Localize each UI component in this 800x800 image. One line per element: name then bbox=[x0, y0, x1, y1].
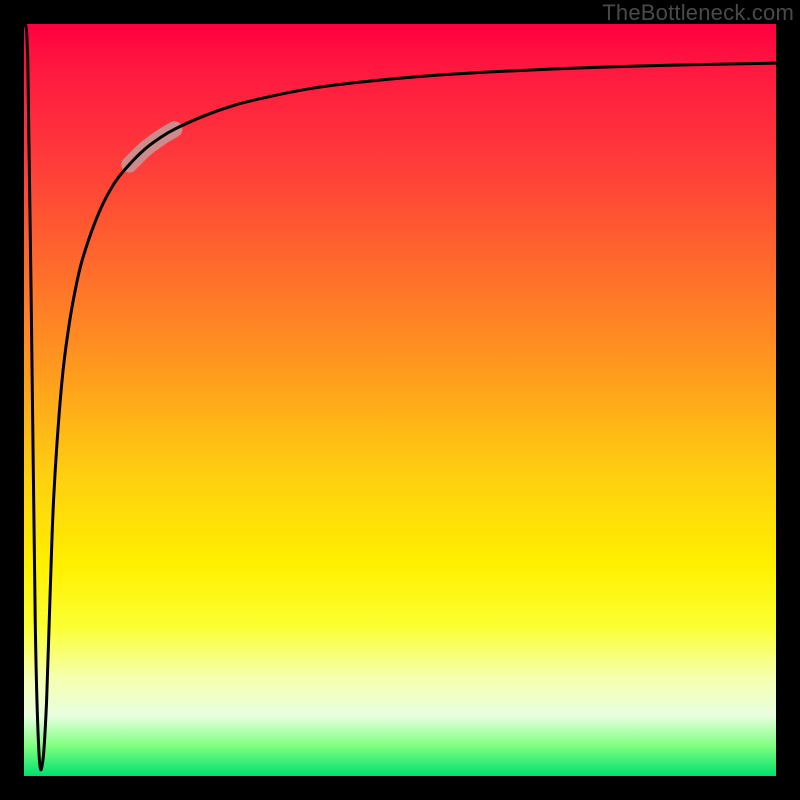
plot-area bbox=[24, 24, 776, 776]
chart-frame: TheBottleneck.com bbox=[0, 0, 800, 800]
bottleneck-curve bbox=[24, 24, 776, 770]
curve-layer bbox=[24, 24, 776, 776]
attribution-label: TheBottleneck.com bbox=[602, 0, 794, 26]
